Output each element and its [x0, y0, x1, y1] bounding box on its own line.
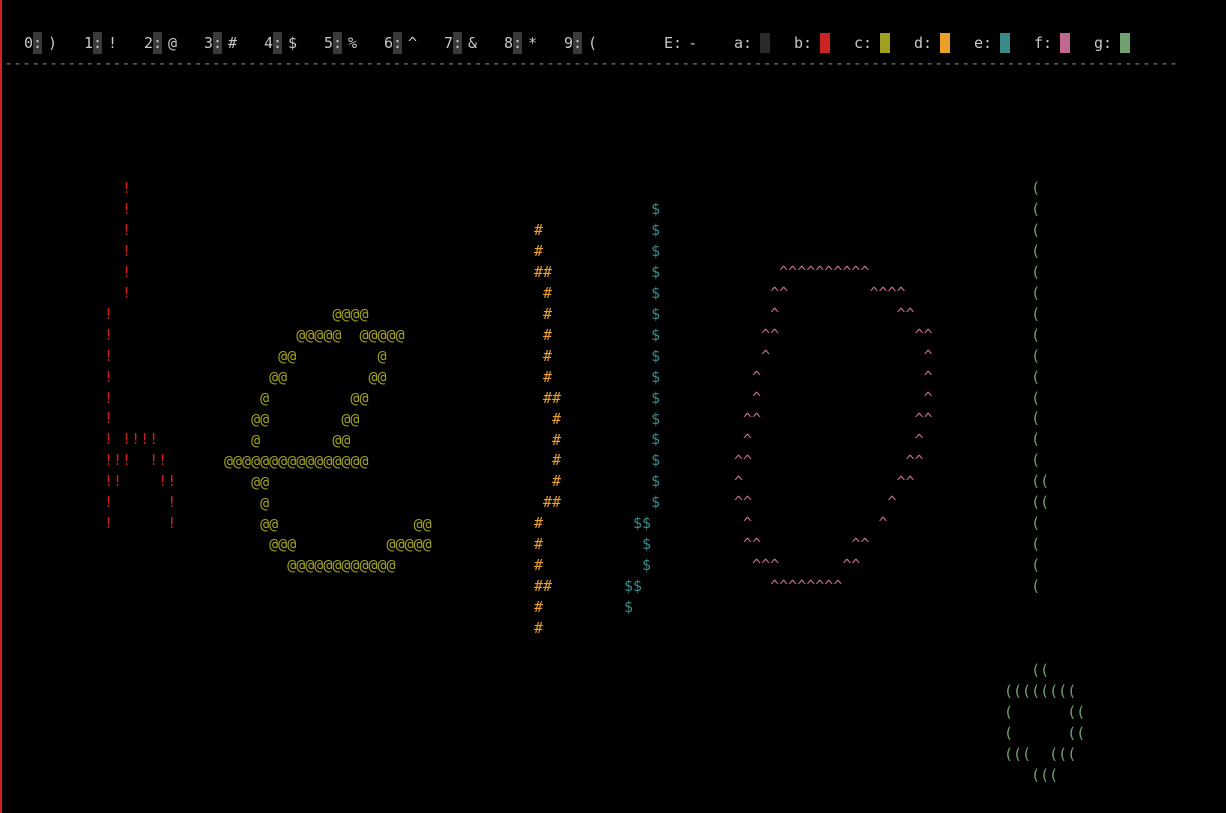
- palette-key-label: 7: [444, 34, 454, 52]
- palette-glyph: &: [468, 34, 478, 52]
- palette-key-separator: :: [153, 32, 163, 54]
- color-key-separator: :: [863, 34, 873, 52]
- drawn-exclamation-mark: ( ( ( ( ( ( ( ( ( ( ( ( ( ( (( (( ( ( ( …: [1004, 179, 1086, 784]
- color-key-label: b: [794, 34, 804, 52]
- ascii-paint-terminal: 0:) 1:! 2: @3: #4: $5:% 6: ^ 7: & 8: * 9:(E: - a: b: c: d…: [0, 0, 1226, 813]
- palette-key-separator: :: [573, 32, 583, 54]
- palette-glyph: !: [108, 34, 118, 52]
- color-key-label: d: [914, 34, 924, 52]
- color-key-separator: :: [983, 34, 993, 52]
- palette-glyph: $: [288, 34, 298, 52]
- palette-key-separator: :: [513, 32, 523, 54]
- color-key-separator: :: [803, 34, 813, 52]
- palette-key-separator: :: [273, 32, 283, 54]
- palette-slot-eraser[interactable]: E: -: [664, 32, 697, 54]
- color-key-label: e: [974, 34, 984, 52]
- drawn-letter-h: ! ! ! ! ! ! ! ! ! ! ! ! ! !!!! !!! !! !!…: [104, 179, 177, 533]
- toolbar-separator: ----------------------------------------…: [4, 56, 1178, 70]
- eraser-key-label: E: [664, 34, 674, 52]
- color-slot-a[interactable]: a:: [734, 32, 771, 54]
- drawing-canvas[interactable]: ! ! ! ! ! ! ! ! ! ! ! ! ! !!!! !!! !! !!…: [0, 178, 1226, 798]
- color-key-label: c: [854, 34, 864, 52]
- palette-slot-2[interactable]: 2: @: [144, 32, 177, 54]
- palette-slot-1[interactable]: 1:!: [84, 32, 117, 54]
- palette-glyph: %: [348, 34, 358, 52]
- palette-key-label: 2: [144, 34, 154, 52]
- palette-key-separator: :: [213, 32, 223, 54]
- palette-toolbar: 0:) 1:! 2: @3: #4: $5:% 6: ^ 7: & 8: * 9:(E: - a: b: c: d…: [24, 32, 1214, 54]
- palette-slot-0[interactable]: 0:): [24, 32, 57, 54]
- drawn-letter-e: @@@@ @@@@@ @@@@@ @@ @ @@ @@ @ @@ @@ @@ @…: [224, 305, 432, 575]
- color-swatch: [820, 33, 831, 53]
- color-swatch: [1120, 33, 1131, 53]
- color-key-label: g: [1094, 34, 1104, 52]
- eraser-glyph: -: [688, 34, 698, 52]
- color-swatch: [1060, 33, 1071, 53]
- palette-slot-7[interactable]: 7: &: [444, 32, 477, 54]
- palette-slot-9[interactable]: 9: (: [564, 32, 597, 54]
- color-key-separator: :: [743, 34, 753, 52]
- color-key-separator: :: [1043, 34, 1053, 52]
- palette-glyph: (: [588, 34, 598, 52]
- palette-glyph: *: [528, 34, 538, 52]
- drawn-letter-l-teal: $ $ $ $ $ $ $ $ $ $ $ $ $ $ $ $$ $ $ $$ …: [624, 200, 661, 617]
- color-swatch: [880, 33, 891, 53]
- color-swatch: [1000, 33, 1011, 53]
- color-key-separator: :: [923, 34, 933, 52]
- palette-slot-6[interactable]: 6: ^: [384, 32, 417, 54]
- palette-key-label: 0: [24, 34, 34, 52]
- drawn-letter-l-orange: # # ## # # # # # ## # # # # ## # # # ## …: [534, 221, 562, 638]
- palette-slot-4[interactable]: 4: $: [264, 32, 297, 54]
- color-slot-e[interactable]: e:: [974, 32, 1011, 54]
- color-key-label: f: [1034, 34, 1044, 52]
- palette-key-separator: :: [393, 32, 403, 54]
- color-key-label: a: [734, 34, 744, 52]
- palette-key-label: 5: [324, 34, 334, 52]
- palette-slot-8[interactable]: 8: *: [504, 32, 537, 54]
- drawn-letter-o: ^^^^^^^^^^ ^^ ^^^^ ^ ^^ ^^ ^^ ^ ^ ^ ^ ^ …: [734, 263, 933, 596]
- palette-glyph: ): [48, 34, 58, 52]
- palette-key-label: 8: [504, 34, 514, 52]
- palette-key-label: 4: [264, 34, 274, 52]
- palette-key-separator: :: [93, 32, 103, 54]
- eraser-key-separator: :: [673, 34, 683, 52]
- palette-slot-5[interactable]: 5:%: [324, 32, 357, 54]
- palette-key-label: 1: [84, 34, 94, 52]
- palette-slot-3[interactable]: 3: #: [204, 32, 237, 54]
- palette-glyph: ^: [408, 34, 418, 52]
- palette-key-label: 6: [384, 34, 394, 52]
- color-slot-b[interactable]: b:: [794, 32, 831, 54]
- color-key-separator: :: [1103, 34, 1113, 52]
- color-slot-f[interactable]: f:: [1034, 32, 1071, 54]
- color-slot-c[interactable]: c:: [854, 32, 891, 54]
- color-slot-g[interactable]: g:: [1094, 32, 1131, 54]
- palette-key-label: 9: [564, 34, 574, 52]
- palette-key-separator: :: [333, 32, 343, 54]
- palette-glyph: #: [228, 34, 238, 52]
- palette-key-separator: :: [33, 32, 43, 54]
- color-swatch: [940, 33, 951, 53]
- palette-key-separator: :: [453, 32, 463, 54]
- palette-glyph: @: [168, 34, 178, 52]
- color-swatch: [760, 33, 771, 53]
- color-slot-d[interactable]: d:: [914, 32, 951, 54]
- palette-key-label: 3: [204, 34, 214, 52]
